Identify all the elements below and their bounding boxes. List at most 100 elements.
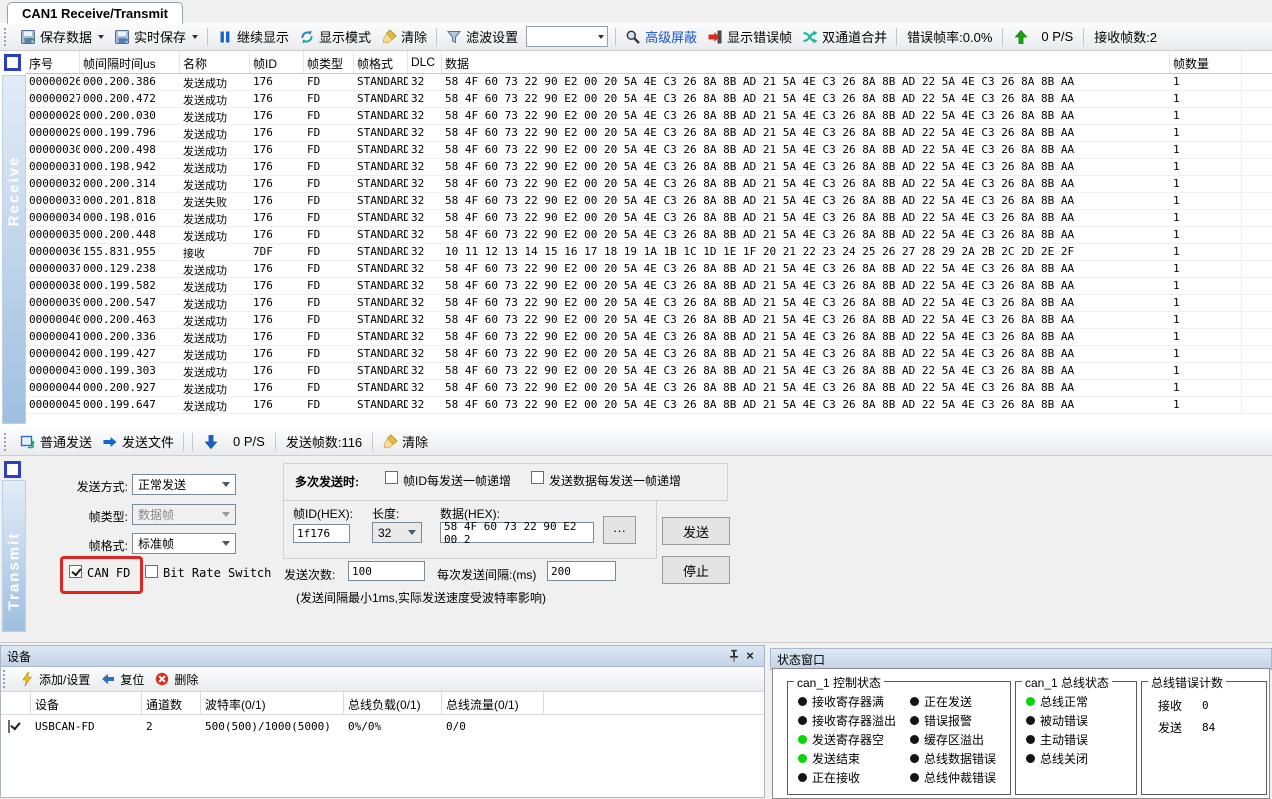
status-led — [798, 773, 807, 782]
transmit-clear-button[interactable]: 清除 — [377, 430, 433, 453]
pin-icon[interactable] — [726, 648, 742, 664]
frame-type-label: 帧类型: — [55, 508, 128, 525]
column-header-dlc[interactable]: DLC — [408, 51, 442, 73]
column-header-frame-count[interactable]: 帧数量 — [1170, 51, 1242, 73]
column-header-bus-flow[interactable]: 总线流量(0/1) — [442, 692, 544, 714]
stop-button[interactable]: 停止 — [662, 556, 730, 584]
filter-settings-button[interactable]: 滤波设置 — [441, 25, 523, 48]
error-count-row: 接收0 — [1142, 694, 1266, 716]
normal-send-button[interactable]: 普通发送 — [15, 430, 97, 453]
save-data-button[interactable]: 保存数据 — [15, 25, 109, 48]
send-times-label: 发送次数: — [284, 566, 335, 583]
status-panel-body: can_1 控制状态 接收寄存器满接收寄存器溢出发送寄存器空发送结束正在接收 正… — [772, 668, 1270, 799]
status-indicator: 总线仲裁错误 — [900, 768, 1008, 787]
status-led — [798, 735, 807, 744]
table-row[interactable]: 00000026000.200.386发送成功176FDSTANDARD3258… — [26, 74, 1272, 91]
receive-table-header: 序号 帧间隔时间us 名称 帧ID 帧类型 帧格式 DLC 数据 帧数量 — [26, 51, 1272, 74]
send-interval-input[interactable]: 200 — [547, 561, 616, 581]
toolbar-separator — [1002, 28, 1003, 46]
chevron-down-icon — [222, 541, 230, 546]
column-header-baudrate[interactable]: 波特率(0/1) — [201, 692, 344, 714]
add-config-button[interactable]: 添加/设置 — [14, 669, 95, 690]
table-row[interactable]: 00000043000.199.303发送成功176FDSTANDARD3258… — [26, 363, 1272, 380]
realtime-save-button[interactable]: 实时保存 — [109, 25, 203, 48]
table-row[interactable]: 00000036155.831.955接收7DFFDSTANDARD3210 1… — [26, 244, 1272, 261]
column-header-device[interactable]: 设备 — [31, 692, 142, 714]
table-row[interactable]: 00000042000.199.427发送成功176FDSTANDARD3258… — [26, 346, 1272, 363]
table-row[interactable]: 00000031000.198.942发送成功176FDSTANDARD3258… — [26, 159, 1272, 176]
column-header-data[interactable]: 数据 — [442, 51, 1170, 73]
length-select[interactable]: 32 — [372, 522, 422, 543]
dual-channel-merge-button[interactable]: 双通道合并 — [797, 25, 892, 48]
clear-button[interactable]: 清除 — [376, 25, 432, 48]
send-times-input[interactable]: 100 — [348, 561, 425, 581]
toolbar-grip[interactable] — [4, 28, 11, 46]
table-row[interactable]: 00000027000.200.472发送成功176FDSTANDARD3258… — [26, 91, 1272, 108]
column-header-name[interactable]: 名称 — [180, 51, 250, 73]
frame-id-input[interactable]: 1f176 — [293, 524, 350, 543]
can-fd-checkbox[interactable] — [69, 565, 82, 578]
status-indicator: 发送寄存器空 — [788, 730, 900, 749]
table-row[interactable]: 00000032000.200.314发送成功176FDSTANDARD3258… — [26, 176, 1272, 193]
column-header-frame-type[interactable]: 帧类型 — [304, 51, 354, 73]
send-file-button[interactable]: 发送文件 — [97, 430, 179, 453]
increment-data-checkbox[interactable] — [531, 471, 544, 484]
status-led — [910, 754, 919, 763]
status-indicator: 接收寄存器满 — [788, 692, 900, 711]
continue-display-button[interactable]: 继续显示 — [212, 25, 294, 48]
table-row[interactable]: 00000028000.200.030发送成功176FDSTANDARD3258… — [26, 108, 1272, 125]
toolbar-grip[interactable] — [4, 433, 11, 451]
table-row[interactable]: 00000045000.199.647发送成功176FDSTANDARD3258… — [26, 397, 1272, 414]
show-error-frames-button[interactable]: 显示错误帧 — [702, 25, 797, 48]
device-row[interactable]: USBCAN-FD2500(500)/1000(5000)0%/0%0/0 — [1, 715, 764, 737]
device-toolbar: 添加/设置 复位 删除 — [1, 667, 764, 692]
column-header-frame-id[interactable]: 帧ID — [250, 51, 304, 73]
transmit-side-tab[interactable]: Transmit — [2, 480, 26, 632]
column-header-select[interactable] — [1, 692, 31, 714]
device-checkbox[interactable] — [8, 720, 10, 733]
close-icon[interactable]: × — [742, 648, 758, 664]
table-row[interactable]: 00000044000.200.927发送成功176FDSTANDARD3258… — [26, 380, 1272, 397]
advanced-mask-button[interactable]: 高级屏蔽 — [620, 25, 702, 48]
data-more-button[interactable]: ··· — [603, 516, 636, 544]
reset-button[interactable]: 复位 — [95, 669, 149, 690]
column-header-seq[interactable]: 序号 — [26, 51, 80, 73]
column-header-bus-load[interactable]: 总线负载(0/1) — [344, 692, 442, 714]
table-row[interactable]: 00000037000.129.238发送成功176FDSTANDARD3258… — [26, 261, 1272, 278]
table-row[interactable]: 00000029000.199.796发送成功176FDSTANDARD3258… — [26, 125, 1272, 142]
bus-status-title: can_1 总线状态 — [1022, 674, 1112, 691]
column-header-channels[interactable]: 通道数 — [142, 692, 201, 714]
table-row[interactable]: 00000039000.200.547发送成功176FDSTANDARD3258… — [26, 295, 1272, 312]
table-row[interactable]: 00000041000.200.336发送成功176FDSTANDARD3258… — [26, 329, 1272, 346]
chevron-down-icon — [408, 530, 416, 535]
table-row[interactable]: 00000030000.200.498发送成功176FDSTANDARD3258… — [26, 142, 1272, 159]
column-header-interval[interactable]: 帧间隔时间us — [80, 51, 180, 73]
receive-corner-icon — [4, 54, 21, 71]
filter-combobox[interactable] — [526, 26, 608, 47]
table-row[interactable]: 00000035000.200.448发送成功176FDSTANDARD3258… — [26, 227, 1272, 244]
receive-side-tab[interactable]: Receive — [2, 75, 26, 424]
device-panel: 设备 × 添加/设置 复位 删除 — [0, 645, 765, 798]
frame-format-select[interactable]: 标准帧 — [132, 533, 236, 554]
send-mode-select[interactable]: 正常发送 — [132, 474, 236, 495]
receive-side-column: Receive — [0, 51, 26, 428]
table-row[interactable]: 00000033000.201.818发送失败176FDSTANDARD3258… — [26, 193, 1272, 210]
send-button[interactable]: 发送 — [662, 517, 730, 545]
app-window: CAN1 Receive/Transmit 保存数据 实时保存 继续显示 显示模… — [0, 0, 1272, 799]
table-row[interactable]: 00000040000.200.463发送成功176FDSTANDARD3258… — [26, 312, 1272, 329]
delete-button[interactable]: 删除 — [149, 669, 203, 690]
table-row[interactable]: 00000034000.198.016发送成功176FDSTANDARD3258… — [26, 210, 1272, 227]
frame-type-select: 数据帧 — [132, 504, 236, 525]
display-mode-button[interactable]: 显示模式 — [294, 25, 376, 48]
status-led — [798, 716, 807, 725]
bit-rate-switch-checkbox[interactable] — [145, 565, 158, 578]
toolbar-grip[interactable] — [3, 670, 10, 688]
data-hex-input[interactable]: 58 4F 60 73 22 90 E2 00 2 — [440, 522, 594, 543]
table-row[interactable]: 00000038000.199.582发送成功176FDSTANDARD3258… — [26, 278, 1272, 295]
receive-toolbar: 保存数据 实时保存 继续显示 显示模式 清除 滤波设置 高级屏蔽 — [0, 23, 1272, 51]
tab-can1-receive-transmit[interactable]: CAN1 Receive/Transmit — [7, 2, 183, 24]
column-header-frame-format[interactable]: 帧格式 — [354, 51, 408, 73]
status-indicator: 正在接收 — [788, 768, 900, 787]
increment-id-checkbox[interactable] — [385, 471, 398, 484]
chevron-down-icon — [222, 512, 230, 517]
